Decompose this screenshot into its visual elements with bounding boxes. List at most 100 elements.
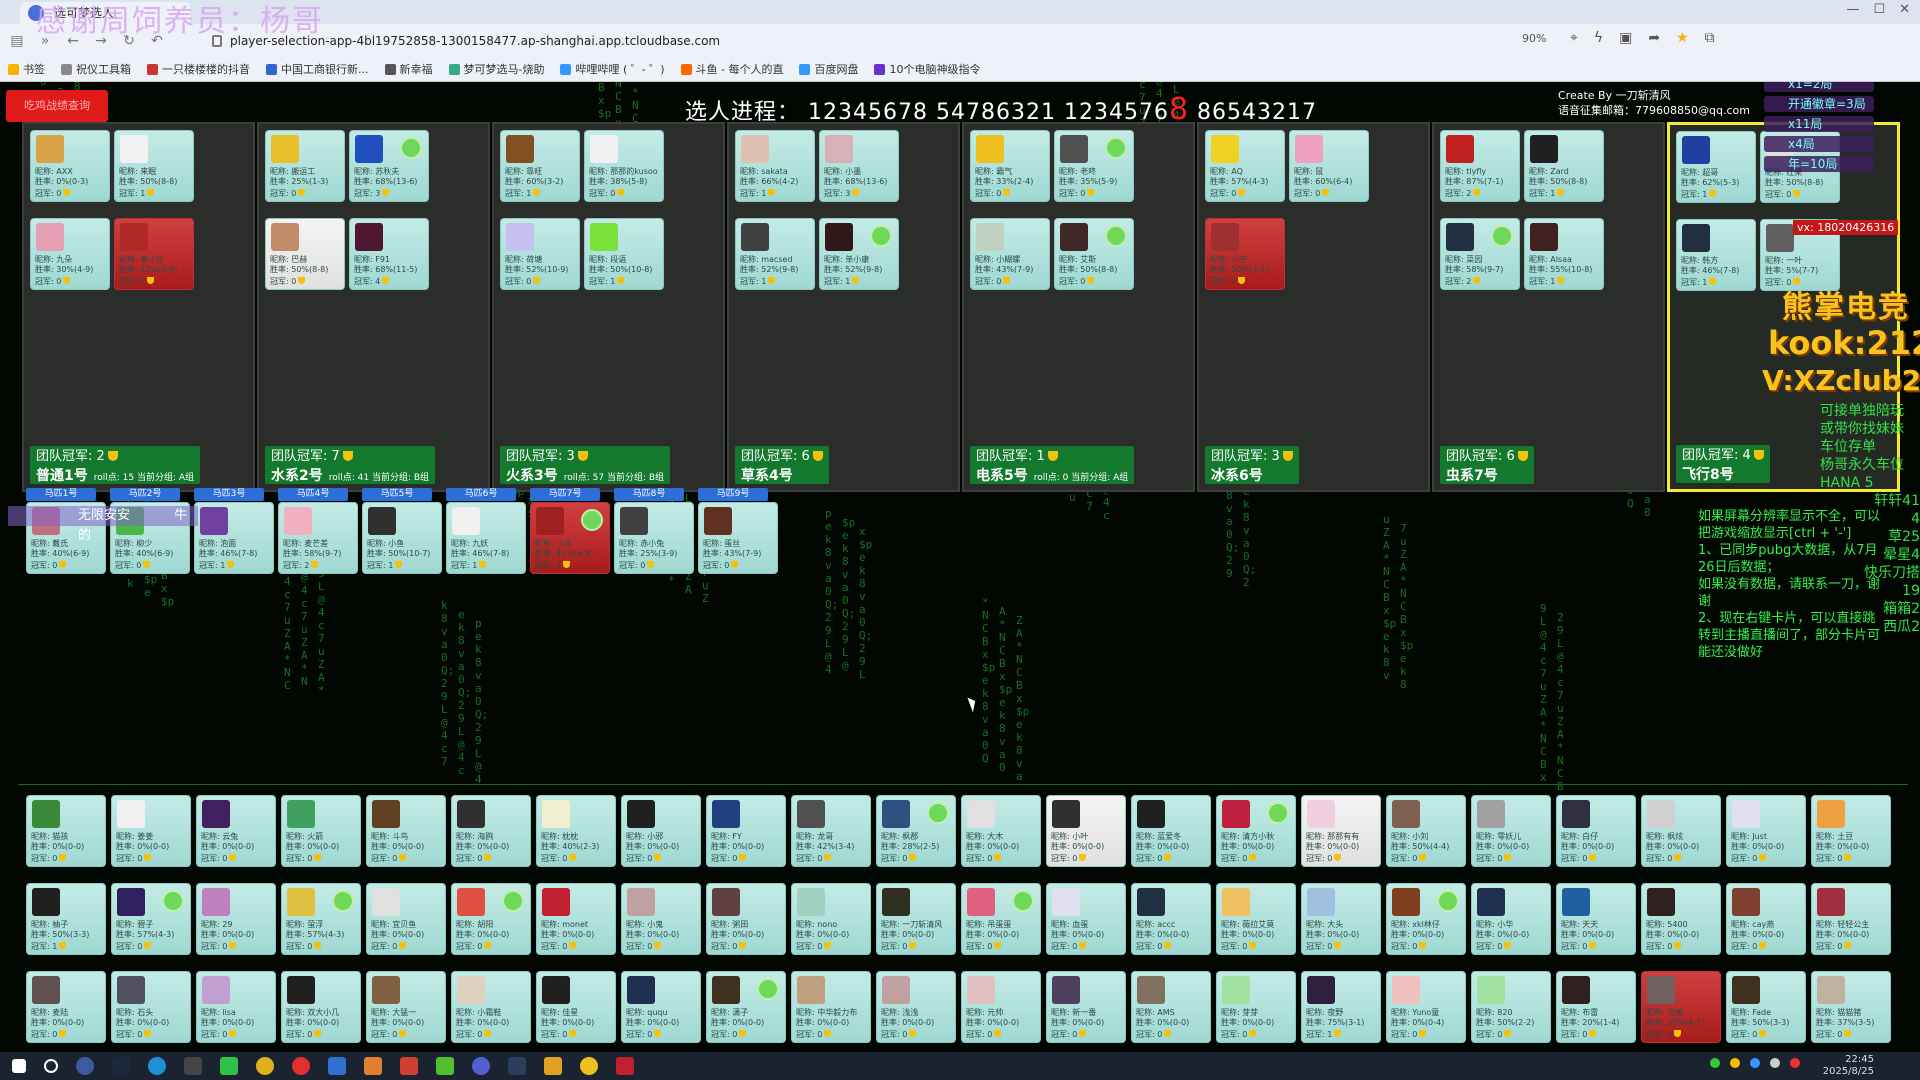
player-card[interactable]: 昵称: AXX 胜率: 0%(0-3) 冠军: 0	[30, 130, 110, 202]
player-card[interactable]: 昵称: 新一番 胜率: 0%(0-0) 冠军: 0	[1046, 971, 1126, 1043]
app-icon-9[interactable]	[472, 1057, 490, 1075]
app-icon-7[interactable]	[400, 1057, 418, 1075]
forward-all-icon[interactable]: »	[34, 33, 56, 49]
location-icon[interactable]: ⌖	[1570, 30, 1578, 46]
player-card[interactable]: 昵称: 韩方 胜率: 46%(7-8) 冠军: 1	[1676, 219, 1756, 291]
star-icon[interactable]: ★	[1676, 30, 1689, 46]
player-card[interactable]: 昵称: 白仔 胜率: 0%(0-0) 冠军: 0	[1556, 795, 1636, 867]
player-card[interactable]: 昵称: 29 胜率: 0%(0-0) 冠军: 0	[196, 883, 276, 955]
player-card[interactable]: 昵称: 蛋丝 胜率: 43%(7-9) 冠军: 0	[698, 502, 778, 574]
player-card[interactable]: 昵称: xkl林仔 胜率: 0%(0-0) 冠军: 0	[1386, 883, 1466, 955]
bookmark-item[interactable]: 梦可梦选马-烧助	[448, 61, 544, 77]
player-card[interactable]: 昵称: 小叶 胜率: 0%(0-0) 冠军: 0	[1046, 795, 1126, 867]
app-icon-3[interactable]	[184, 1057, 202, 1075]
player-card[interactable]: 昵称: monet 胜率: 0%(0-0) 冠军: 0	[536, 883, 616, 955]
player-card[interactable]: 昵称: 大猛一 胜率: 0%(0-0) 冠军: 0	[366, 971, 446, 1043]
player-card[interactable]: 昵称: 蓝爱冬 胜率: 0%(0-0) 冠军: 0	[1131, 795, 1211, 867]
player-card[interactable]: 昵称: 一刀斩清风 胜率: 0%(0-0) 冠军: 0	[876, 883, 956, 955]
bookmark-item[interactable]: 新幸福	[384, 61, 433, 77]
player-card[interactable]: 昵称: 猫猫猪 胜率: 37%(3-5) 冠军: 0	[1811, 971, 1891, 1043]
player-card[interactable]: 昵称: 九妖 胜率: 46%(7-8) 冠军: 1	[446, 502, 526, 574]
player-card[interactable]: 昵称: 泡面 胜率: 46%(7-8) 冠军: 1	[194, 502, 274, 574]
player-card[interactable]: 昵称: 霸气 胜率: 33%(2-4) 冠军: 0	[970, 130, 1050, 202]
player-card[interactable]: 昵称: 薇拉艾莫 胜率: 0%(0-0) 冠军: 0	[1216, 883, 1296, 955]
player-card[interactable]: 昵称: 小墨 胜率: 68%(13-6) 冠军: 3	[819, 130, 899, 202]
player-card[interactable]: 昵称: 秦小乐 胜率: 42%(6-8) 冠军: 1	[114, 218, 194, 290]
player-card[interactable]: 昵称: 枕枕 胜率: 40%(2-3) 冠军: 0	[536, 795, 616, 867]
share-icon[interactable]: ➦	[1648, 30, 1660, 46]
player-card[interactable]: 昵称: 老咚 胜率: 35%(5-9) 冠军: 0	[1054, 130, 1134, 202]
player-card[interactable]: 昵称: nono 胜率: 0%(0-0) 冠军: 0	[791, 883, 871, 955]
player-card[interactable]: 昵称: F91 胜率: 68%(11-5) 冠军: 4	[349, 218, 429, 290]
player-card[interactable]: 昵称: 小邪 胜率: 0%(0-0) 冠军: 0	[621, 795, 701, 867]
player-card[interactable]: 昵称: 荷塘 胜率: 52%(10-9) 冠军: 0	[500, 218, 580, 290]
player-card[interactable]: 昵称: 清方小秋 胜率: 0%(0-0) 冠军: 0	[1216, 795, 1296, 867]
player-card[interactable]: 昵称: lisa 胜率: 0%(0-0) 冠军: 0	[196, 971, 276, 1043]
tray-icon-1[interactable]	[1710, 1058, 1720, 1068]
player-card[interactable]: 昵称: 大木 胜率: 0%(0-0) 冠军: 0	[961, 795, 1041, 867]
player-card[interactable]: 昵称: 吊蛋蛋 胜率: 0%(0-0) 冠军: 0	[961, 883, 1041, 955]
player-card[interactable]: 昵称: 粥田 胜率: 0%(0-0) 冠军: 0	[706, 883, 786, 955]
player-card[interactable]: 昵称: 鼠胜率: 60%(6-4) 冠军: 0	[1289, 130, 1369, 202]
bookmark-item[interactable]: 书签	[8, 61, 45, 77]
player-card[interactable]: 昵称: 龙哥 胜率: 42%(3-4) 冠军: 0	[791, 795, 871, 867]
player-card[interactable]: 昵称: 小鱼 胜率: 50%(10-7) 冠军: 1	[362, 502, 442, 574]
player-card[interactable]: 昵称: 小霜鞋 胜率: 0%(0-0) 冠军: 0	[451, 971, 531, 1043]
chrome-icon[interactable]	[256, 1057, 274, 1075]
steam-icon[interactable]	[508, 1057, 526, 1075]
player-card[interactable]: 昵称: 小乐 胜率: 42%(6-8) 冠军: 1	[530, 502, 610, 574]
app-icon-2[interactable]	[112, 1057, 130, 1075]
input-method-icon[interactable]	[1790, 1058, 1800, 1068]
player-card[interactable]: 昵称: 820 胜率: 50%(2-2) 冠军: 0	[1471, 971, 1551, 1043]
player-card[interactable]: 昵称: 巴赫 胜率: 50%(8-8) 冠军: 0	[265, 218, 345, 290]
player-card[interactable]: 昵称: 枫郡 胜率: 28%(2-5) 冠军: 0	[876, 795, 956, 867]
player-card[interactable]: 昵称: accc 胜率: 0%(0-0) 冠军: 0	[1131, 883, 1211, 955]
extensions-icon[interactable]: ⧉	[1705, 30, 1715, 46]
player-card[interactable]: 昵称: Just 胜率: 0%(0-0) 冠军: 0	[1726, 795, 1806, 867]
player-card[interactable]: 昵称: 小鬼 胜率: 0%(0-0) 冠军: 0	[621, 883, 701, 955]
player-card[interactable]: 昵称: AQ 胜率: 57%(4-3) 冠军: 0	[1205, 130, 1285, 202]
player-card[interactable]: 昵称: 血蛋 胜率: 0%(0-0) 冠军: 0	[1046, 883, 1126, 955]
player-card[interactable]: 昵称: macsed 胜率: 52%(9-8) 冠军: 1	[735, 218, 815, 290]
player-card[interactable]: 昵称: 段语 胜率: 50%(10-8) 冠军: 1	[584, 218, 664, 290]
bookmark-item[interactable]: 哔哩哔哩 ( ゜- ゜)	[560, 61, 665, 77]
player-card[interactable]: 昵称: 碧子 胜率: 57%(4-3) 冠军: 0	[111, 883, 191, 955]
player-card[interactable]: 昵称: 菜园 胜率: 58%(9-7) 冠军: 2	[1440, 218, 1520, 290]
player-card[interactable]: 昵称: Yuno童 胜率: 0%(0-4) 冠军: 0	[1386, 971, 1466, 1043]
app-icon-4[interactable]	[292, 1057, 310, 1075]
player-card[interactable]: 昵称: 土豆 胜率: 0%(0-0) 冠军: 0	[1811, 795, 1891, 867]
app-icon-10[interactable]	[544, 1057, 562, 1075]
player-card[interactable]: 昵称: 宜贝鱼 胜率: 0%(0-0) 冠军: 0	[366, 883, 446, 955]
player-card[interactable]: 昵称: 萤浮 胜率: 57%(4-3) 冠军: 0	[281, 883, 361, 955]
app-icon-6[interactable]	[364, 1057, 382, 1075]
close-icon[interactable]: ✕	[1899, 2, 1910, 17]
app-icon-11[interactable]	[580, 1057, 598, 1075]
player-card[interactable]: 昵称: 零妖儿 胜率: 0%(0-0) 冠军: 0	[1471, 795, 1551, 867]
tray-icon-2[interactable]	[1730, 1058, 1740, 1068]
player-card[interactable]: 昵称: AMS 胜率: 0%(0-0) 冠军: 0	[1131, 971, 1211, 1043]
windows-start-icon[interactable]	[12, 1059, 26, 1073]
sidebar-toggle-icon[interactable]: ▤	[6, 33, 28, 49]
player-card[interactable]: 昵称: 5400 胜率: 0%(0-0) 冠军: 0	[1641, 883, 1721, 955]
forward-icon[interactable]: →	[90, 33, 112, 49]
player-card[interactable]: 昵称: 元帅 胜率: 0%(0-0) 冠军: 0	[961, 971, 1041, 1043]
player-card[interactable]: 昵称: 轻轻公主 胜率: 0%(0-0) 冠军: 0	[1811, 883, 1891, 955]
player-card[interactable]: 昵称: 猫孩 胜率: 0%(0-0) 冠军: 0	[26, 795, 106, 867]
player-card[interactable]: 昵称: 艾斯 胜率: 50%(8-8) 冠军: 0	[1054, 218, 1134, 290]
wechat-icon[interactable]	[220, 1057, 238, 1075]
edge-icon[interactable]	[148, 1057, 166, 1075]
player-card[interactable]: 昵称: 斗鸟 胜率: 0%(0-0) 冠军: 0	[366, 795, 446, 867]
player-card[interactable]: 昵称: 麦陆 胜率: 0%(0-0) 冠军: 0	[26, 971, 106, 1043]
player-card[interactable]: 昵称: 云兔 胜率: 0%(0-0) 冠军: 0	[196, 795, 276, 867]
player-card[interactable]: 昵称: 来眠 胜率: 50%(8-8) 冠军: 1	[114, 130, 194, 202]
bookmark-item[interactable]: 中国工商银行新...	[266, 61, 369, 77]
screenshot-icon[interactable]: ▣	[1619, 30, 1632, 46]
back-icon[interactable]: ←	[62, 33, 84, 49]
app-icon-12[interactable]	[616, 1057, 634, 1075]
zoom-level[interactable]: 90%	[1522, 32, 1546, 45]
clock[interactable]: 22:45 2025/8/25	[1823, 1054, 1874, 1078]
player-card[interactable]: 昵称: 超哥 胜率: 62%(5-3) 冠军: 1	[1676, 131, 1756, 203]
app-icon-5[interactable]	[328, 1057, 346, 1075]
reload-icon[interactable]: ↻	[118, 33, 140, 49]
player-card[interactable]: 昵称: Zard 胜率: 50%(8-8) 冠军: 1	[1524, 130, 1604, 202]
